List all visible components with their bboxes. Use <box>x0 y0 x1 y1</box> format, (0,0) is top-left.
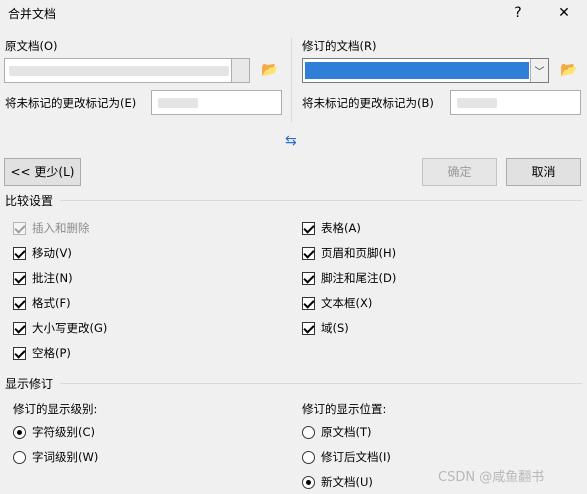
compare-settings-divider <box>60 200 582 201</box>
original-unmarked-label: 将未标记的更改标记为(E) <box>5 96 137 110</box>
original-doc-value-redacted <box>9 66 229 76</box>
checkbox-box <box>13 296 26 310</box>
checkbox-whitespace[interactable]: 空格(P) <box>13 345 71 361</box>
checkbox-box <box>13 246 26 260</box>
checkbox-headers-footers[interactable]: 页眉和页脚(H) <box>302 245 396 261</box>
radio-label: 原文档(T) <box>321 425 372 439</box>
original-doc-label: 原文档(O) <box>5 39 58 53</box>
cancel-button[interactable]: 取消 <box>506 158 581 186</box>
checkbox-box <box>13 321 26 335</box>
checkbox-label: 域(S) <box>321 321 349 335</box>
radio-label: 字词级别(W) <box>32 450 99 464</box>
show-location-label: 修订的显示位置: <box>302 402 387 416</box>
show-level-label: 修订的显示级别: <box>13 402 98 416</box>
checkbox-label: 大小写更改(G) <box>32 321 108 335</box>
radio-button <box>302 450 315 464</box>
revised-open-folder-icon[interactable]: 📂 <box>560 63 578 77</box>
checkbox-tables[interactable]: 表格(A) <box>302 220 361 236</box>
checkbox-insert-delete[interactable]: 插入和删除 <box>13 220 90 236</box>
checkbox-label: 文本框(X) <box>321 296 373 310</box>
checkbox-box <box>302 321 315 335</box>
checkbox-label: 移动(V) <box>32 246 72 260</box>
revised-unmarked-label: 将未标记的更改标记为(B) <box>302 96 434 110</box>
checkbox-moves[interactable]: 移动(V) <box>13 245 72 261</box>
checkbox-box <box>302 271 315 285</box>
show-changes-divider <box>60 383 582 384</box>
ok-button[interactable]: 确定 <box>422 158 497 186</box>
compare-settings-title: 比较设置 <box>5 194 54 208</box>
revised-author-redacted <box>457 98 497 108</box>
radio-button <box>13 450 26 464</box>
close-button[interactable]: ✕ <box>553 2 575 24</box>
revised-doc-value-selected <box>305 62 529 79</box>
radio-button <box>13 425 26 439</box>
less-button[interactable]: << 更少(L) <box>4 158 81 186</box>
checkbox-label: 插入和删除 <box>32 221 90 235</box>
column-divider <box>291 38 292 122</box>
radio-word-level[interactable]: 字词级别(W) <box>13 449 98 465</box>
radio-label: 新文档(U) <box>321 475 373 489</box>
checkbox-footnotes-endnotes[interactable]: 脚注和尾注(D) <box>302 270 396 286</box>
revised-author-input[interactable] <box>450 90 581 115</box>
original-doc-combo[interactable] <box>4 58 250 83</box>
original-doc-dropdown[interactable] <box>231 59 249 82</box>
revised-doc-label: 修订的文档(R) <box>302 39 377 53</box>
radio-label: 字符级别(C) <box>32 425 96 439</box>
radio-character-level[interactable]: 字符级别(C) <box>13 424 95 440</box>
original-author-redacted <box>158 98 198 108</box>
checkbox-box <box>13 221 26 235</box>
checkbox-fields[interactable]: 域(S) <box>302 320 349 336</box>
checkbox-box <box>302 221 315 235</box>
checkbox-label: 格式(F) <box>32 296 71 310</box>
checkbox-label: 批注(N) <box>32 271 73 285</box>
original-open-folder-icon[interactable]: 📂 <box>261 63 279 77</box>
checkbox-label: 表格(A) <box>321 221 361 235</box>
dialog-title: 合并文档 <box>8 7 57 21</box>
radio-revised-document[interactable]: 修订后文档(I) <box>302 449 391 465</box>
help-button[interactable]: ? <box>507 2 529 24</box>
checkbox-formatting[interactable]: 格式(F) <box>13 295 71 311</box>
checkbox-label: 页眉和页脚(H) <box>321 246 397 260</box>
radio-button <box>302 475 315 489</box>
radio-label: 修订后文档(I) <box>321 450 391 464</box>
checkbox-box <box>13 346 26 360</box>
checkbox-box <box>302 296 315 310</box>
show-changes-title: 显示修订 <box>5 377 54 391</box>
watermark: CSDN @咸鱼翻书 <box>438 470 545 485</box>
radio-new-document[interactable]: 新文档(U) <box>302 474 373 490</box>
revised-doc-dropdown[interactable]: ﹀ <box>530 59 548 82</box>
swap-documents-icon[interactable]: ⇆ <box>285 133 297 149</box>
revised-doc-combo[interactable]: ﹀ <box>302 58 549 83</box>
radio-button <box>302 425 315 439</box>
checkbox-comments[interactable]: 批注(N) <box>13 270 73 286</box>
checkbox-label: 脚注和尾注(D) <box>321 271 397 285</box>
checkbox-label: 空格(P) <box>32 346 71 360</box>
checkbox-textboxes[interactable]: 文本框(X) <box>302 295 372 311</box>
original-author-input[interactable] <box>151 90 282 115</box>
checkbox-box <box>302 246 315 260</box>
radio-original-document[interactable]: 原文档(T) <box>302 424 372 440</box>
checkbox-box <box>13 271 26 285</box>
chevron-down-icon: ﹀ <box>534 67 545 78</box>
checkbox-case-changes[interactable]: 大小写更改(G) <box>13 320 107 336</box>
